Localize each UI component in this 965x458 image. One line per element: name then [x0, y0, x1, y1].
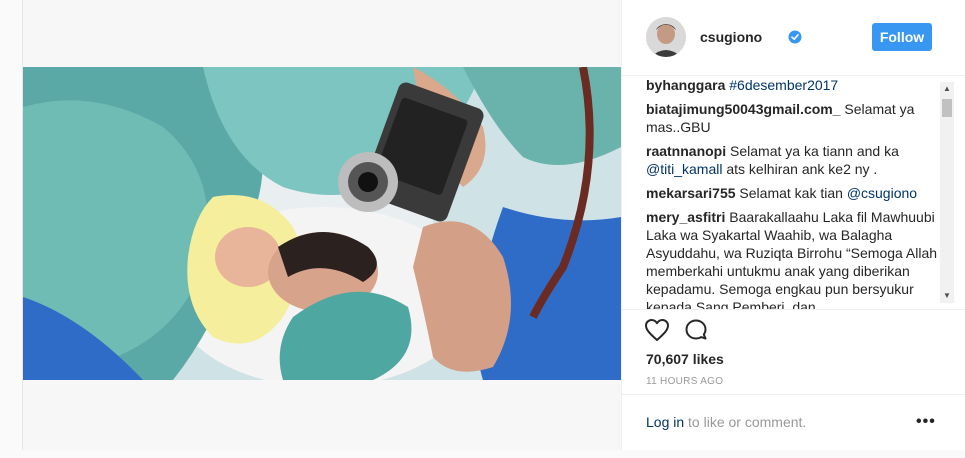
scroll-up-arrow-icon[interactable]: ▲: [940, 82, 954, 96]
photo-area: [23, 0, 621, 450]
comments-list: byhanggara #6desember2017 biatajimung500…: [646, 76, 939, 309]
comment-item: biatajimung50043gmail.com_ Selamat ya ma…: [646, 100, 939, 136]
comment-item: mekarsari755 Selamat kak tian @csugiono: [646, 184, 939, 202]
login-link[interactable]: Log in: [646, 414, 684, 430]
scroll-down-arrow-icon[interactable]: ▼: [940, 289, 954, 303]
post-sidebar: csugiono Follow byhanggara #6desember201…: [621, 0, 965, 450]
scrollbar-thumb[interactable]: [942, 99, 952, 117]
post-photo[interactable]: [23, 67, 621, 380]
comment-text-after: ats kelhiran ank ke2 ny .: [722, 161, 878, 177]
comment-username[interactable]: biatajimung50043gmail.com_: [646, 101, 841, 117]
comment-hashtag-link[interactable]: #6desember2017: [729, 77, 838, 93]
heart-icon[interactable]: [644, 318, 670, 342]
comment-mention-link[interactable]: @csugiono: [847, 185, 917, 201]
post-timestamp[interactable]: 11 HOURS AGO: [646, 376, 723, 387]
comment-username[interactable]: byhanggara: [646, 77, 725, 93]
comment-bubble-icon[interactable]: [684, 318, 708, 342]
post-header: csugiono Follow: [622, 0, 965, 76]
comment-username[interactable]: raatnnanopi: [646, 143, 726, 159]
comment-text: Selamat kak tian: [735, 185, 847, 201]
post-username[interactable]: csugiono: [700, 29, 762, 45]
comment-item: raatnnanopi Selamat ya ka tiann and ka @…: [646, 142, 939, 178]
comment-item: mery_asfitri Baarakallaahu Laka fil Mawh…: [646, 208, 939, 309]
comment-username[interactable]: mekarsari755: [646, 185, 736, 201]
avatar[interactable]: [646, 17, 686, 57]
avatar-image: [646, 17, 686, 57]
login-section: Log in to like or comment. •••: [622, 394, 965, 450]
follow-button[interactable]: Follow: [872, 23, 932, 51]
verified-badge-icon: [788, 30, 802, 44]
login-prompt: Log in to like or comment.: [646, 414, 806, 430]
more-options-icon[interactable]: •••: [916, 413, 936, 431]
likes-count[interactable]: 70,607 likes: [646, 351, 724, 367]
comment-item: byhanggara #6desember2017: [646, 76, 939, 94]
comments-scrollbar[interactable]: ▲ ▼: [940, 82, 954, 303]
post-frame: csugiono Follow byhanggara #6desember201…: [22, 0, 965, 450]
comment-text: Selamat ya ka tiann and ka: [726, 143, 899, 159]
login-prompt-text: to like or comment.: [684, 414, 807, 430]
comment-username[interactable]: mery_asfitri: [646, 209, 725, 225]
comment-mention-link[interactable]: @titi_kamall: [646, 161, 722, 177]
newborn-photo-illustration: [23, 67, 621, 380]
